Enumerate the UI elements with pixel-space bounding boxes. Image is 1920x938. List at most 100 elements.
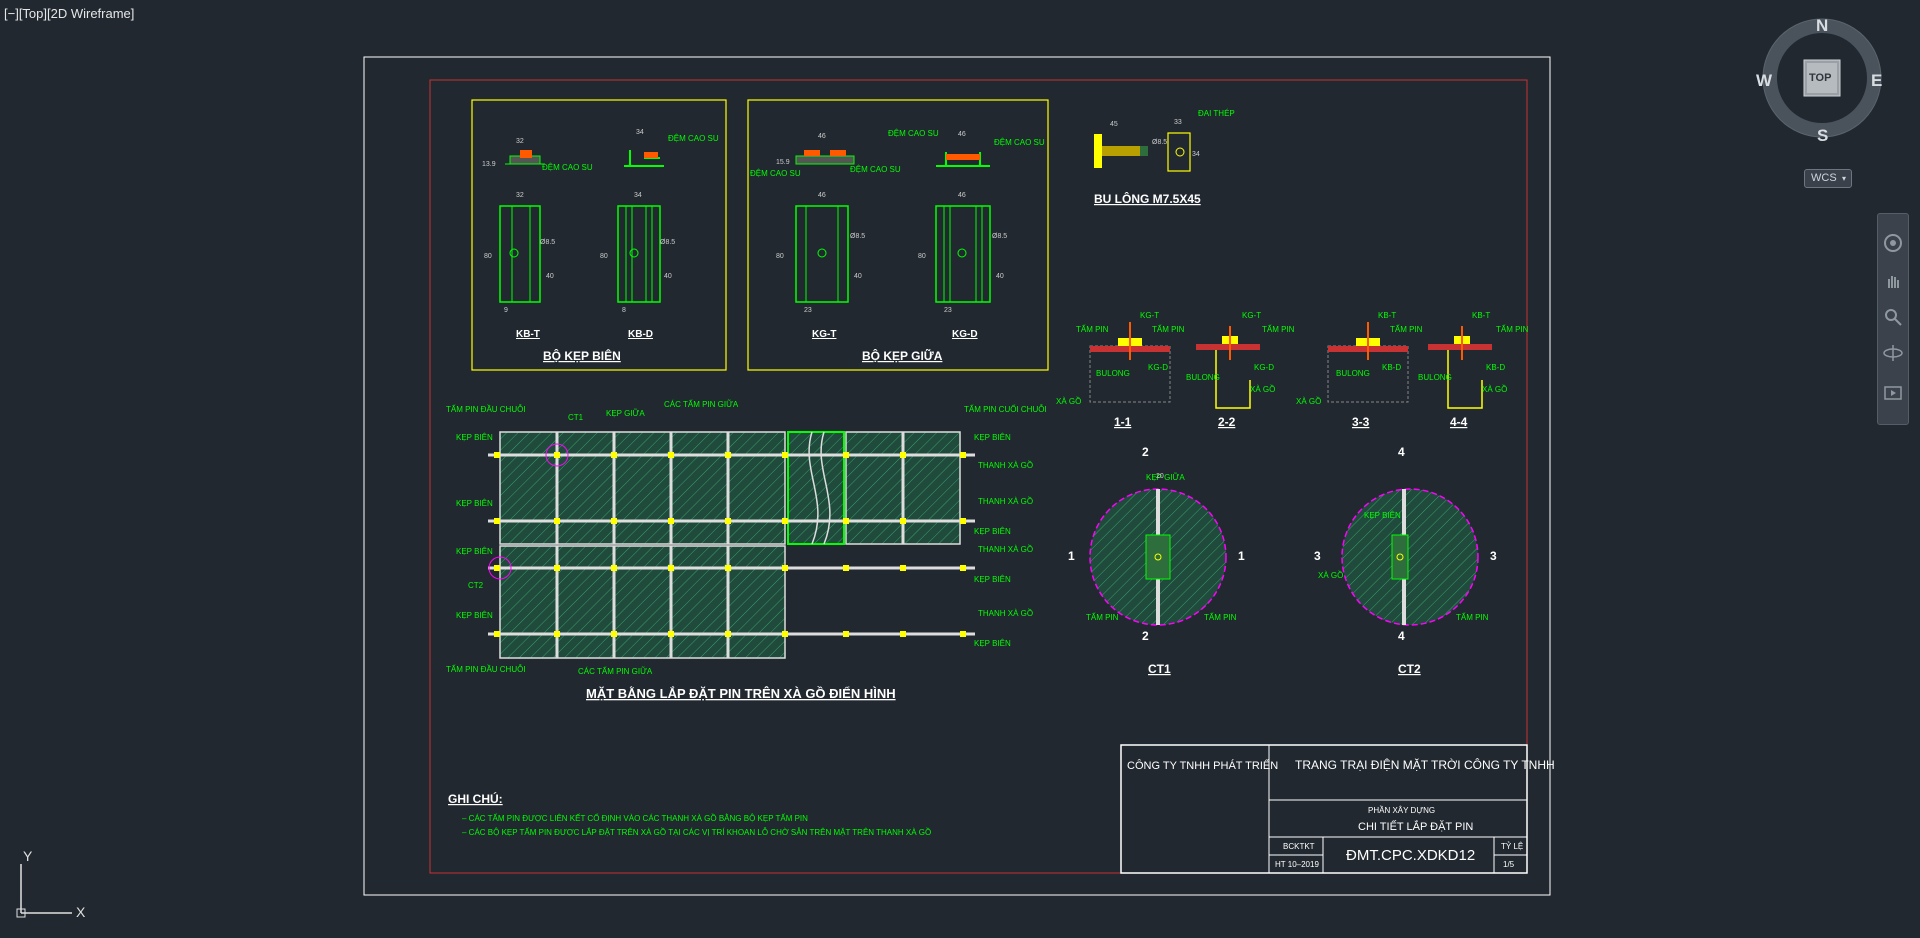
- dim-label: 45: [1110, 121, 1118, 128]
- viewcube[interactable]: N S W E TOP: [1756, 16, 1884, 145]
- section-label: 3-3: [1352, 415, 1370, 429]
- dim-label: 23: [944, 307, 952, 314]
- viewcube-face-top[interactable]: TOP: [1809, 72, 1831, 84]
- dim-label: 20: [1156, 473, 1164, 480]
- dim-label: Ø8.5: [660, 239, 675, 246]
- kg-t-front: [795, 205, 849, 303]
- edge-clip-label: KẸP BIÊN: [974, 575, 1011, 584]
- wcs-dropdown[interactable]: WCS ▾: [1804, 169, 1852, 188]
- notes: GHI CHÚ: – CÁC TẤM PIN ĐƯỢC LIÊN KẾT CỐ …: [448, 791, 931, 837]
- part-name: PHẦN XÂY DỰNG: [1368, 805, 1435, 815]
- dim-label: 34: [1192, 151, 1200, 158]
- ct2-ref-label: CT2: [468, 581, 484, 590]
- dim-label: Ø8.5: [1152, 139, 1167, 146]
- rubber-pad-label: ĐỆM CAO SU: [850, 165, 901, 174]
- compass-south[interactable]: S: [1817, 126, 1828, 146]
- dim-label: 32: [516, 138, 524, 145]
- kbd-label: KB-D: [1382, 363, 1401, 372]
- section-2-2: 2-2 TẤM PIN KG-T KG-D BULONG XÀ GỒ: [1186, 311, 1295, 429]
- notes-title: GHI CHÚ:: [448, 791, 503, 806]
- panel-label: TẤM PIN: [1496, 324, 1529, 334]
- dim-label: 15.9: [776, 159, 790, 166]
- dim-label: 34: [636, 129, 644, 136]
- rubber-pad-label: ĐỆM CAO SU: [994, 138, 1045, 147]
- dim-label: Ø8.5: [992, 233, 1007, 240]
- bolt-detail: 45 33 34 Ø8.5 ĐAI THÉP BU LÔNG M7.5X45: [1094, 109, 1235, 206]
- clip-group-edge: ĐỆM CAO SU ĐỆM CAO SU 32 34 13.9 80 80 4…: [471, 99, 727, 371]
- washer-label: ĐAI THÉP: [1198, 109, 1235, 118]
- kgt-label: KG-T: [1242, 311, 1261, 320]
- cut-number: 4: [1398, 445, 1405, 459]
- xago-label: XÀ GỒ: [1250, 384, 1275, 394]
- kg-d-label: KG-D: [952, 329, 978, 340]
- section-3-3: 3-3 TẤM PIN KB-T KB-D BULONG XÀ GỒ: [1296, 311, 1423, 429]
- chevron-down-icon: ▾: [1841, 174, 1846, 183]
- rubber-pad-label: ĐỆM CAO SU: [888, 129, 939, 138]
- kb-t-label: KB-T: [516, 329, 540, 340]
- dim-label: 13.9: [482, 161, 496, 168]
- ucs-y-label: Y: [23, 848, 33, 864]
- dim-label: 46: [958, 131, 966, 138]
- compass-north[interactable]: N: [1816, 16, 1828, 36]
- between-panels-label: CÁC TẤM PIN GIỮA: [664, 399, 739, 409]
- section-4-4: 4-4 TẤM PIN KB-T KB-D BULONG XÀ GỒ: [1418, 311, 1529, 429]
- bulong-label: BULONG: [1418, 373, 1452, 382]
- steering-wheel-icon[interactable]: [1882, 232, 1904, 254]
- kb-d-front: [617, 205, 661, 303]
- section-label: 1-1: [1114, 415, 1132, 429]
- navigation-bar[interactable]: [1877, 213, 1909, 425]
- dim-label: 80: [776, 253, 784, 260]
- xago-label: XÀ GỒ: [1482, 384, 1507, 394]
- cut-number: 1: [1238, 549, 1245, 563]
- compass-east[interactable]: E: [1871, 71, 1882, 91]
- xago-label: XÀ GỒ: [1056, 396, 1081, 406]
- rubber-pad-label: ĐỆM CAO SU: [750, 169, 801, 178]
- purlin-label: THANH XÀ GỒ: [978, 460, 1033, 470]
- section-1-1: 1-1 TẤM PIN TẤM PIN KG-T KG-D BULONG XÀ …: [1056, 311, 1185, 429]
- dim-label: 46: [958, 192, 966, 199]
- clip-group-mid-title: BỘ KẸP GIỮA: [862, 348, 943, 363]
- drawing-canvas[interactable]: ĐỆM CAO SU ĐỆM CAO SU 32 34 13.9 80 80 4…: [0, 0, 1920, 938]
- wcs-label: WCS: [1811, 172, 1837, 184]
- ct2-title: CT2: [1398, 662, 1421, 676]
- dim-label: 34: [634, 192, 642, 199]
- dim-label: 80: [918, 253, 926, 260]
- cut-number: 4: [1398, 629, 1405, 643]
- pan-hand-icon[interactable]: [1882, 270, 1904, 292]
- kbt-label: KB-T: [1378, 311, 1396, 320]
- panel-label: TẤM PIN: [1086, 612, 1119, 622]
- zoom-extents-icon[interactable]: [1882, 306, 1904, 328]
- kgt-label: KG-T: [1140, 311, 1159, 320]
- sheet-name: CHI TIẾT LẮP ĐẶT PIN: [1358, 820, 1473, 833]
- bulong-label: BULONG: [1096, 369, 1130, 378]
- kbt-label: KB-T: [1472, 311, 1490, 320]
- dim-label: Ø8.5: [540, 239, 555, 246]
- orbit-icon[interactable]: [1882, 342, 1904, 364]
- edge-clip-label: KẸP BIÊN: [456, 547, 493, 556]
- edge-clip-label: KẸP BIÊN: [456, 433, 493, 442]
- panel-label: TẤM PIN: [1456, 612, 1489, 622]
- dim-label: 32: [516, 192, 524, 199]
- bulong-label: BULONG: [1336, 369, 1370, 378]
- stage-label: BCKTKT: [1283, 842, 1315, 851]
- kb-d-label: KB-D: [628, 329, 653, 340]
- cut-number: 3: [1490, 549, 1497, 563]
- scale-label: TỶ LỆ: [1501, 842, 1523, 851]
- dim-label: 40: [854, 273, 862, 280]
- dim-label: 40: [996, 273, 1004, 280]
- rubber-pad-label: ĐỆM CAO SU: [668, 134, 719, 143]
- dim-label: 80: [600, 253, 608, 260]
- section-views: 1-1 TẤM PIN TẤM PIN KG-T KG-D BULONG XÀ …: [1056, 311, 1529, 429]
- purlin-label: THANH XÀ GỒ: [978, 496, 1033, 506]
- purlin-label: THANH XÀ GỒ: [978, 608, 1033, 618]
- cut-number: 3: [1314, 549, 1321, 563]
- panel-label: TẤM PIN: [1204, 612, 1237, 622]
- showmotion-icon[interactable]: [1882, 382, 1904, 404]
- ucs-x-label: X: [76, 904, 86, 920]
- cut-number: 1: [1068, 549, 1075, 563]
- detail-ct2: KẸP BIÊN XÀ GỒ TẤM PIN 4 4 3 3 CT2: [1314, 445, 1497, 676]
- clip-group-mid: ĐỆM CAO SU ĐỆM CAO SU ĐỆM CAO SU ĐỆM CAO…: [747, 99, 1049, 371]
- section-label: 4-4: [1450, 415, 1468, 429]
- compass-west[interactable]: W: [1756, 71, 1772, 91]
- kbd-label: KB-D: [1486, 363, 1505, 372]
